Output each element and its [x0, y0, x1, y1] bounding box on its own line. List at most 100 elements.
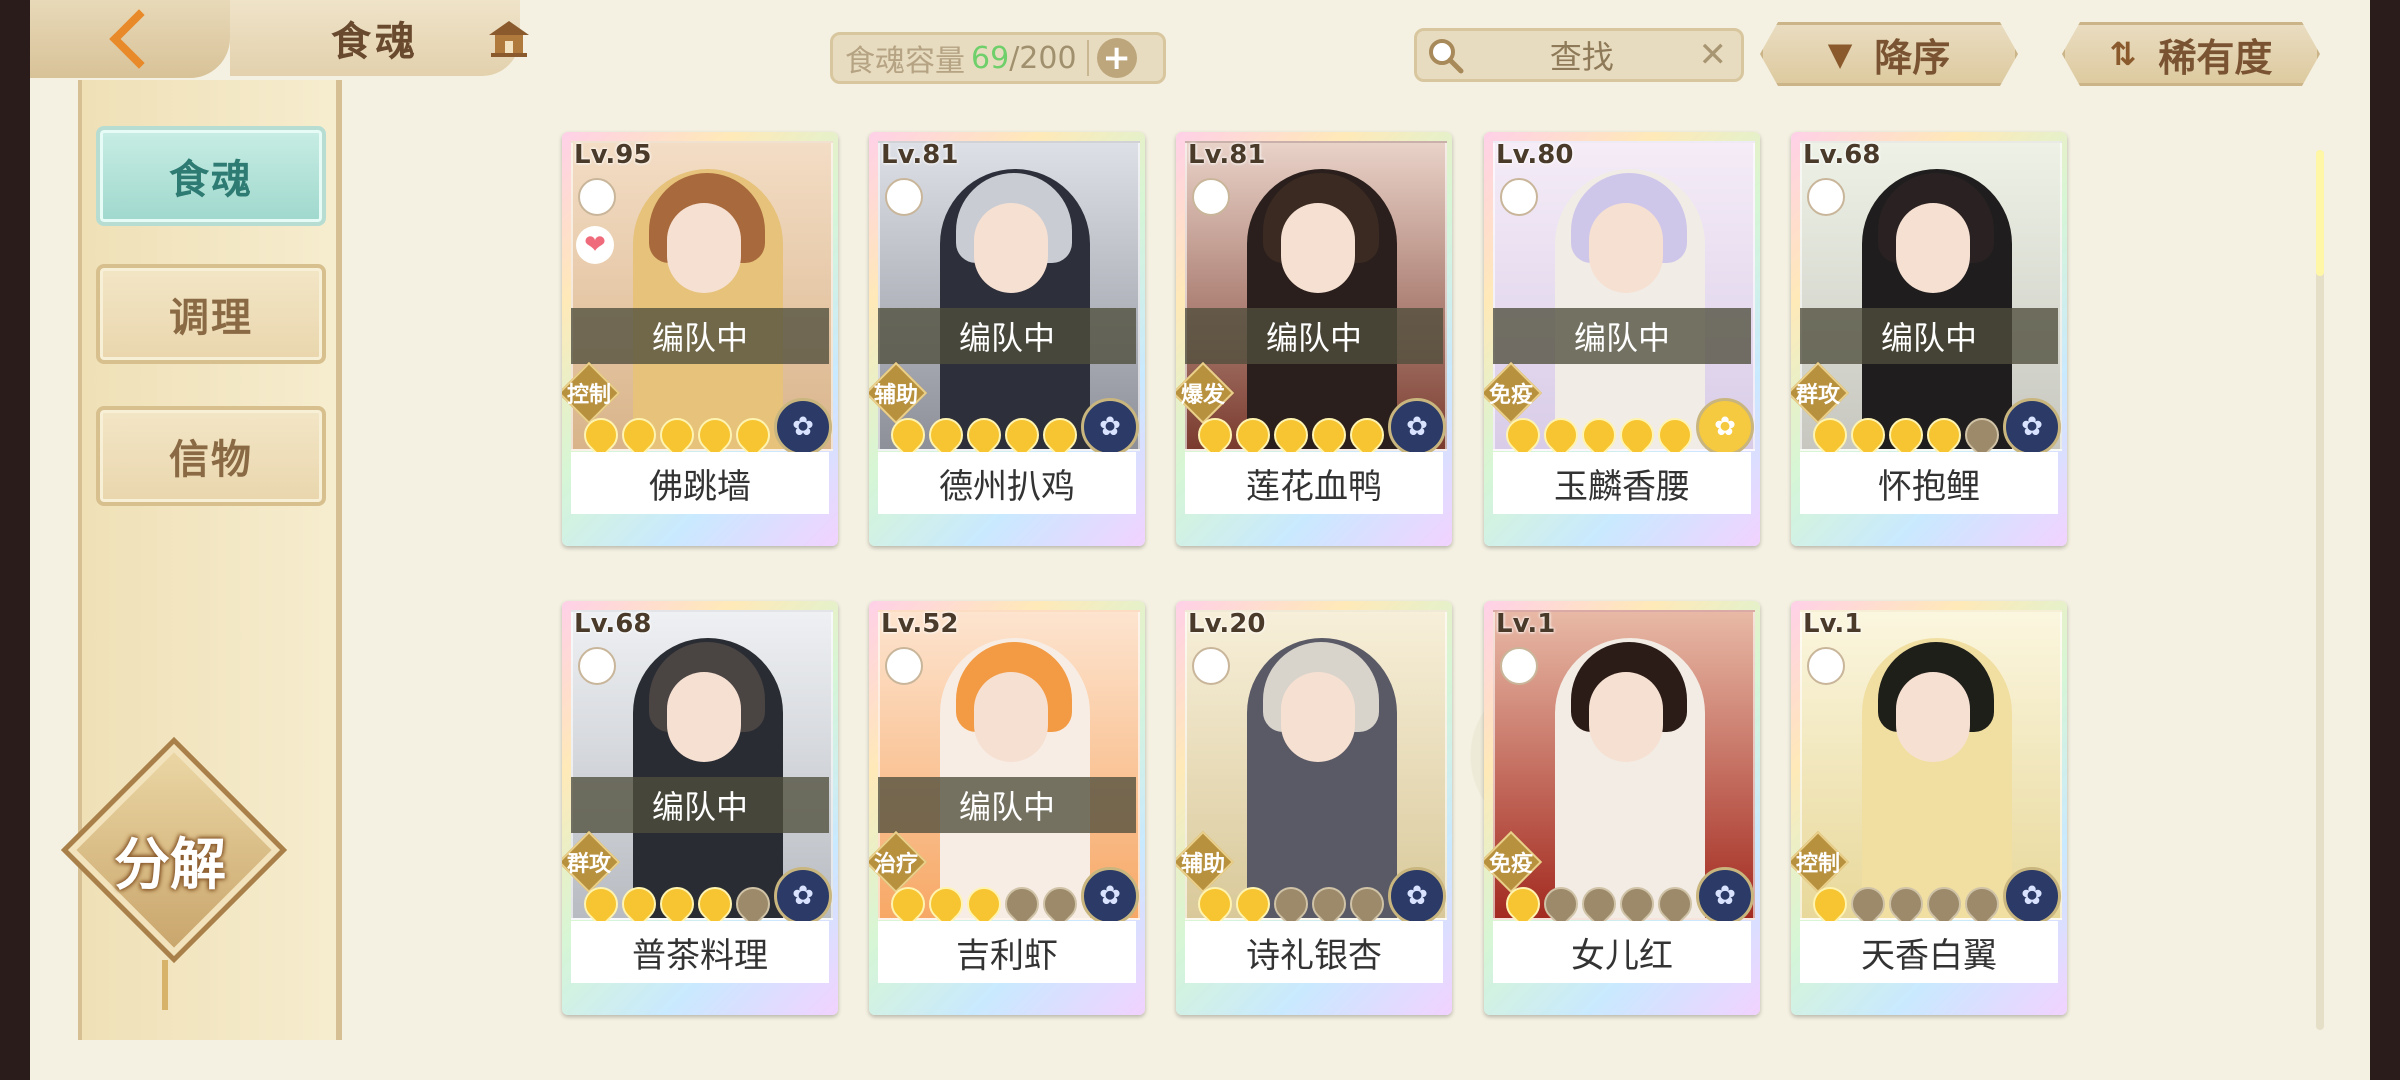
food-soul-card[interactable]: Lv.95 ❤ 编队中 控制 ✿ 佛跳墙 [562, 132, 838, 546]
sort-order-button[interactable]: ▼ 降序 [1760, 22, 2018, 86]
role-badge: 控制 [1791, 830, 1850, 894]
role-label: 群攻 [1795, 383, 1840, 408]
capacity-value: 69 [971, 40, 1010, 76]
bowl-icon [885, 178, 923, 216]
home-button[interactable] [480, 14, 538, 64]
element-icon: ✿ [2003, 867, 2061, 925]
character-name: 天香白翼 [1800, 921, 2058, 983]
level-label: Lv.80 [1496, 140, 1574, 170]
role-badge: 群攻 [562, 830, 621, 894]
rarity-label: 稀有度 [2158, 35, 2273, 80]
level-label: Lv.68 [1803, 140, 1881, 170]
bowl-icon [1807, 178, 1845, 216]
scrollbar[interactable] [2316, 150, 2324, 1030]
tab-token[interactable]: 信物 [96, 406, 326, 506]
level-label: Lv.68 [574, 609, 652, 639]
tab-food-soul[interactable]: 食魂 [96, 126, 326, 226]
star-rating [1805, 410, 2007, 460]
bowl-icon [1500, 178, 1538, 216]
level-label: Lv.95 [574, 140, 652, 170]
level-label: Lv.1 [1496, 609, 1556, 639]
element-icon: ✿ [774, 398, 832, 456]
page-title: 食魂 [230, 0, 520, 76]
home-icon [489, 21, 529, 57]
element-icon: ✿ [1696, 398, 1754, 456]
role-badge: 治疗 [869, 830, 928, 894]
sort-order-label: 降序 [1874, 35, 1951, 80]
role-label: 免疫 [1488, 852, 1533, 877]
food-soul-card[interactable]: Lv.52 编队中 治疗 ✿ 吉利虾 [869, 601, 1145, 1015]
role-label: 群攻 [566, 852, 611, 877]
star-rating [1805, 879, 2007, 929]
role-label: 爆发 [1180, 383, 1225, 408]
in-team-banner: 编队中 [1800, 308, 2058, 364]
sort-rarity-icon: ⇅ [2109, 35, 2137, 73]
tab-cooking[interactable]: 调理 [96, 264, 326, 364]
star-rating [1498, 410, 1700, 460]
role-label: 治疗 [873, 852, 918, 877]
back-button[interactable] [30, 0, 230, 78]
role-badge: 免疫 [1484, 830, 1543, 894]
food-soul-card[interactable]: Lv.81 编队中 辅助 ✿ 德州扒鸡 [869, 132, 1145, 546]
character-name: 怀抱鲤 [1800, 452, 2058, 514]
character-name: 德州扒鸡 [878, 452, 1136, 514]
role-label: 免疫 [1488, 383, 1533, 408]
star-rating [576, 879, 778, 929]
close-icon[interactable]: ✕ [1699, 35, 1728, 75]
level-label: Lv.52 [881, 609, 959, 639]
character-name: 女儿红 [1493, 921, 1751, 983]
food-soul-card[interactable]: Lv.1 免疫 ✿ 女儿红 [1484, 601, 1760, 1015]
role-label: 控制 [566, 383, 611, 408]
bowl-icon [1192, 647, 1230, 685]
food-soul-card[interactable]: Lv.20 辅助 ✿ 诗礼银杏 [1176, 601, 1452, 1015]
in-team-banner: 编队中 [571, 777, 829, 833]
role-label: 辅助 [873, 383, 918, 408]
food-soul-screen: 食魂 食魂容量 69 /200 + 查找 ✕ ▼ 降序 ⇅ 稀有度 食魂 调理 … [30, 0, 2370, 1080]
capacity-indicator: 食魂容量 69 /200 + [830, 32, 1166, 84]
character-name: 吉利虾 [878, 921, 1136, 983]
character-name: 佛跳墙 [571, 452, 829, 514]
role-label: 控制 [1795, 852, 1840, 877]
star-rating [883, 879, 1085, 929]
plus-icon[interactable]: + [1096, 38, 1137, 78]
in-team-banner: 编队中 [878, 308, 1136, 364]
role-badge: 辅助 [1176, 830, 1235, 894]
search-box[interactable]: 查找 ✕ [1414, 28, 1744, 82]
bowl-icon [578, 647, 616, 685]
sort-down-icon: ▼ [1827, 35, 1853, 73]
food-soul-card[interactable]: Lv.81 编队中 爆发 ✿ 莲花血鸭 [1176, 132, 1452, 546]
character-name: 莲花血鸭 [1185, 452, 1443, 514]
decompose-label[interactable]: 分解 [70, 820, 270, 901]
bowl-icon [578, 178, 616, 216]
star-rating [1498, 879, 1700, 929]
in-team-banner: 编队中 [1493, 308, 1751, 364]
bowl-icon [1500, 647, 1538, 685]
role-label: 辅助 [1180, 852, 1225, 877]
search-input[interactable]: 查找 [1465, 32, 1699, 78]
character-name: 玉麟香腰 [1493, 452, 1751, 514]
food-soul-card[interactable]: Lv.80 编队中 免疫 ✿ 玉麟香腰 [1484, 132, 1760, 546]
food-soul-card[interactable]: Lv.68 编队中 群攻 ✿ 怀抱鲤 [1791, 132, 2067, 546]
role-badge: 辅助 [869, 361, 928, 425]
rarity-sort-button[interactable]: ⇅ 稀有度 [2062, 22, 2320, 86]
scrollbar-thumb[interactable] [2316, 150, 2324, 276]
back-arrow-icon [109, 9, 169, 69]
heart-icon: ❤ [576, 226, 614, 264]
food-soul-card[interactable]: Lv.1 控制 ✿ 天香白翼 [1791, 601, 2067, 1015]
bowl-icon [1192, 178, 1230, 216]
role-badge: 免疫 [1484, 361, 1543, 425]
in-team-banner: 编队中 [571, 308, 829, 364]
element-icon: ✿ [2003, 398, 2061, 456]
level-label: Lv.81 [881, 140, 959, 170]
level-label: Lv.20 [1188, 609, 1266, 639]
in-team-banner: 编队中 [1185, 308, 1443, 364]
element-icon: ✿ [1081, 867, 1139, 925]
food-soul-card[interactable]: Lv.68 编队中 群攻 ✿ 普茶料理 [562, 601, 838, 1015]
element-icon: ✿ [1696, 867, 1754, 925]
tassel-decoration [162, 960, 168, 1010]
star-rating [1190, 879, 1392, 929]
element-icon: ✿ [1081, 398, 1139, 456]
role-badge: 控制 [562, 361, 621, 425]
bowl-icon [885, 647, 923, 685]
capacity-label: 食魂容量 [845, 44, 965, 79]
